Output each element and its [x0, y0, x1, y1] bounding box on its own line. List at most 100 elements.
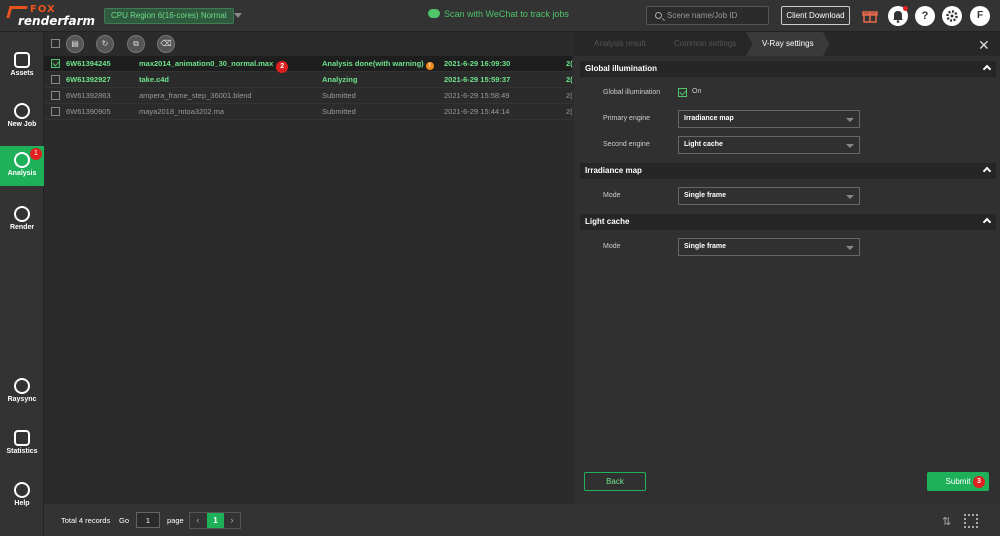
- next-page-icon[interactable]: ›: [224, 513, 240, 528]
- row-checkbox[interactable]: [51, 75, 60, 84]
- page-input[interactable]: [136, 512, 160, 528]
- gi-checkbox[interactable]: [678, 88, 687, 97]
- raysync-icon: [14, 378, 30, 394]
- sort-icon[interactable]: ⇅: [942, 515, 951, 528]
- sidebar-item-render[interactable]: Render: [0, 200, 44, 240]
- chevron-down-icon[interactable]: [234, 13, 242, 18]
- second-engine-select[interactable]: Light cache: [678, 136, 860, 154]
- qr-code-icon[interactable]: [964, 514, 978, 528]
- chevron-down-icon: [846, 144, 854, 148]
- total-records: Total 4 records: [61, 516, 111, 525]
- file-icon[interactable]: ▤: [66, 35, 84, 53]
- app: FOX renderfarm CPU Region 6(16-cores) No…: [0, 0, 1000, 536]
- section-irradiance-map[interactable]: Irradiance map: [580, 163, 996, 179]
- search-input[interactable]: [667, 9, 767, 22]
- sidebar-item-label: Analysis: [7, 170, 37, 177]
- select-all-checkbox[interactable]: [51, 39, 60, 48]
- reanalyze-icon[interactable]: ↻: [96, 35, 114, 53]
- sidebar-item-statistics[interactable]: Statistics: [0, 424, 44, 464]
- page-label: page: [167, 516, 184, 525]
- warning-icon[interactable]: !: [425, 62, 434, 70]
- primary-engine-label: Primary engine: [603, 115, 651, 122]
- job-id: 6W61392927: [66, 75, 111, 84]
- primary-engine-value: Irradiance map: [684, 115, 734, 122]
- tab-analysis-result[interactable]: Analysis result: [594, 32, 646, 56]
- chevron-up-icon[interactable]: [982, 217, 992, 227]
- row-checkbox[interactable]: [51, 107, 60, 116]
- client-download-button[interactable]: Client Download: [781, 6, 850, 25]
- job-time: 2021-6-29 15:58:49: [444, 91, 510, 100]
- sidebar-item-label: Render: [9, 224, 35, 231]
- sidebar: Assets New Job Analysis 1 Render Raysync…: [0, 32, 44, 536]
- tab-vray-settings[interactable]: V-Ray settings: [746, 32, 830, 56]
- wechat-link[interactable]: Scan with WeChat to track jobs: [428, 9, 569, 19]
- light-cache-mode-label: Mode: [603, 243, 621, 250]
- job-list: ▤ ↻ ⧉ ⌫ 6W61394245 max2014_animation0_30…: [44, 32, 573, 504]
- footer: Total 4 records Go page ‹ 1 › ⇅: [44, 504, 1000, 536]
- table-row[interactable]: 6W61392863 ampera_frame_step_36001.blend…: [44, 88, 573, 104]
- logo-bottom-text: renderfarm: [18, 14, 95, 28]
- job-extra: 2(: [566, 107, 573, 116]
- section-title: Light cache: [585, 217, 630, 226]
- sidebar-item-new-job[interactable]: New Job: [0, 97, 44, 137]
- back-button[interactable]: Back: [584, 472, 646, 491]
- section-title: Global illumination: [585, 64, 657, 73]
- tab-common-settings[interactable]: Common settings: [674, 32, 736, 56]
- gi-label: Global illumination: [603, 89, 661, 96]
- delete-icon[interactable]: ⌫: [157, 35, 175, 53]
- headset-icon: [14, 482, 30, 498]
- irradiance-mode-label: Mode: [603, 192, 621, 199]
- job-extra: 2(: [566, 59, 573, 68]
- light-cache-mode-value: Single frame: [684, 243, 727, 250]
- section-title: Irradiance map: [585, 166, 642, 175]
- settings-panel: Analysis result Common settings V-Ray se…: [574, 32, 1000, 504]
- irradiance-mode-value: Single frame: [684, 192, 727, 199]
- job-status: Submitted: [322, 107, 356, 116]
- copy-icon[interactable]: ⧉: [127, 35, 145, 53]
- row-checkbox[interactable]: [51, 59, 60, 68]
- table-row[interactable]: 6W61390905 maya2018_mtoa3202.ma Submitte…: [44, 104, 573, 120]
- row-checkbox[interactable]: [51, 91, 60, 100]
- avatar[interactable]: F: [970, 6, 990, 26]
- notification-bell-icon[interactable]: [888, 6, 908, 26]
- pagination: ‹ 1 ›: [189, 512, 241, 529]
- job-extra: 2(: [566, 91, 573, 100]
- job-time: 2021-6-29 16:09:30: [444, 59, 511, 68]
- analysis-icon: [14, 152, 30, 168]
- second-engine-value: Light cache: [684, 141, 723, 148]
- scene-name: maya2018_mtoa3202.ma: [139, 107, 225, 116]
- gift-icon[interactable]: [862, 8, 878, 24]
- sidebar-item-analysis[interactable]: Analysis 1: [0, 146, 44, 186]
- job-time: 2021-6-29 15:59:37: [444, 75, 511, 84]
- sidebar-item-label: New Job: [7, 121, 37, 128]
- job-toolbar: ▤ ↻ ⧉ ⌫: [44, 32, 572, 56]
- close-icon[interactable]: ✕: [978, 37, 990, 54]
- section-light-cache[interactable]: Light cache: [580, 214, 996, 230]
- job-status-text: Analysis done(with warning): [322, 59, 424, 68]
- irradiance-mode-select[interactable]: Single frame: [678, 187, 860, 205]
- light-cache-mode-select[interactable]: Single frame: [678, 238, 860, 256]
- sidebar-item-help[interactable]: Help: [0, 476, 44, 516]
- step-badge: 3: [973, 476, 985, 488]
- current-page[interactable]: 1: [207, 513, 224, 528]
- chevron-up-icon[interactable]: [982, 166, 992, 176]
- sidebar-item-assets[interactable]: Assets: [0, 46, 44, 86]
- scene-name: max2014_animation0_30_normal.max 2: [139, 56, 289, 73]
- search-box[interactable]: [646, 6, 769, 25]
- section-global-illumination[interactable]: Global illumination: [580, 61, 996, 77]
- region-selector[interactable]: CPU Region 6(16-cores) Normal: [104, 8, 234, 24]
- prev-page-icon[interactable]: ‹: [190, 513, 206, 528]
- job-id: 6W61392863: [66, 91, 111, 100]
- chevron-up-icon[interactable]: [982, 64, 992, 74]
- chevron-down-icon: [846, 195, 854, 199]
- help-icon[interactable]: ?: [915, 6, 935, 26]
- job-status: Submitted: [322, 91, 356, 100]
- table-row[interactable]: 6W61394245 max2014_animation0_30_normal.…: [44, 56, 573, 73]
- gear-icon[interactable]: [942, 6, 962, 26]
- second-engine-label: Second engine: [603, 141, 650, 148]
- new-job-icon: [14, 103, 30, 119]
- fox-renderfarm-logo[interactable]: FOX renderfarm: [6, 4, 100, 28]
- primary-engine-select[interactable]: Irradiance map: [678, 110, 860, 128]
- sidebar-item-raysync[interactable]: Raysync: [0, 372, 44, 412]
- table-row[interactable]: 6W61392927 take.c4d Analyzing 2021-6-29 …: [44, 72, 573, 88]
